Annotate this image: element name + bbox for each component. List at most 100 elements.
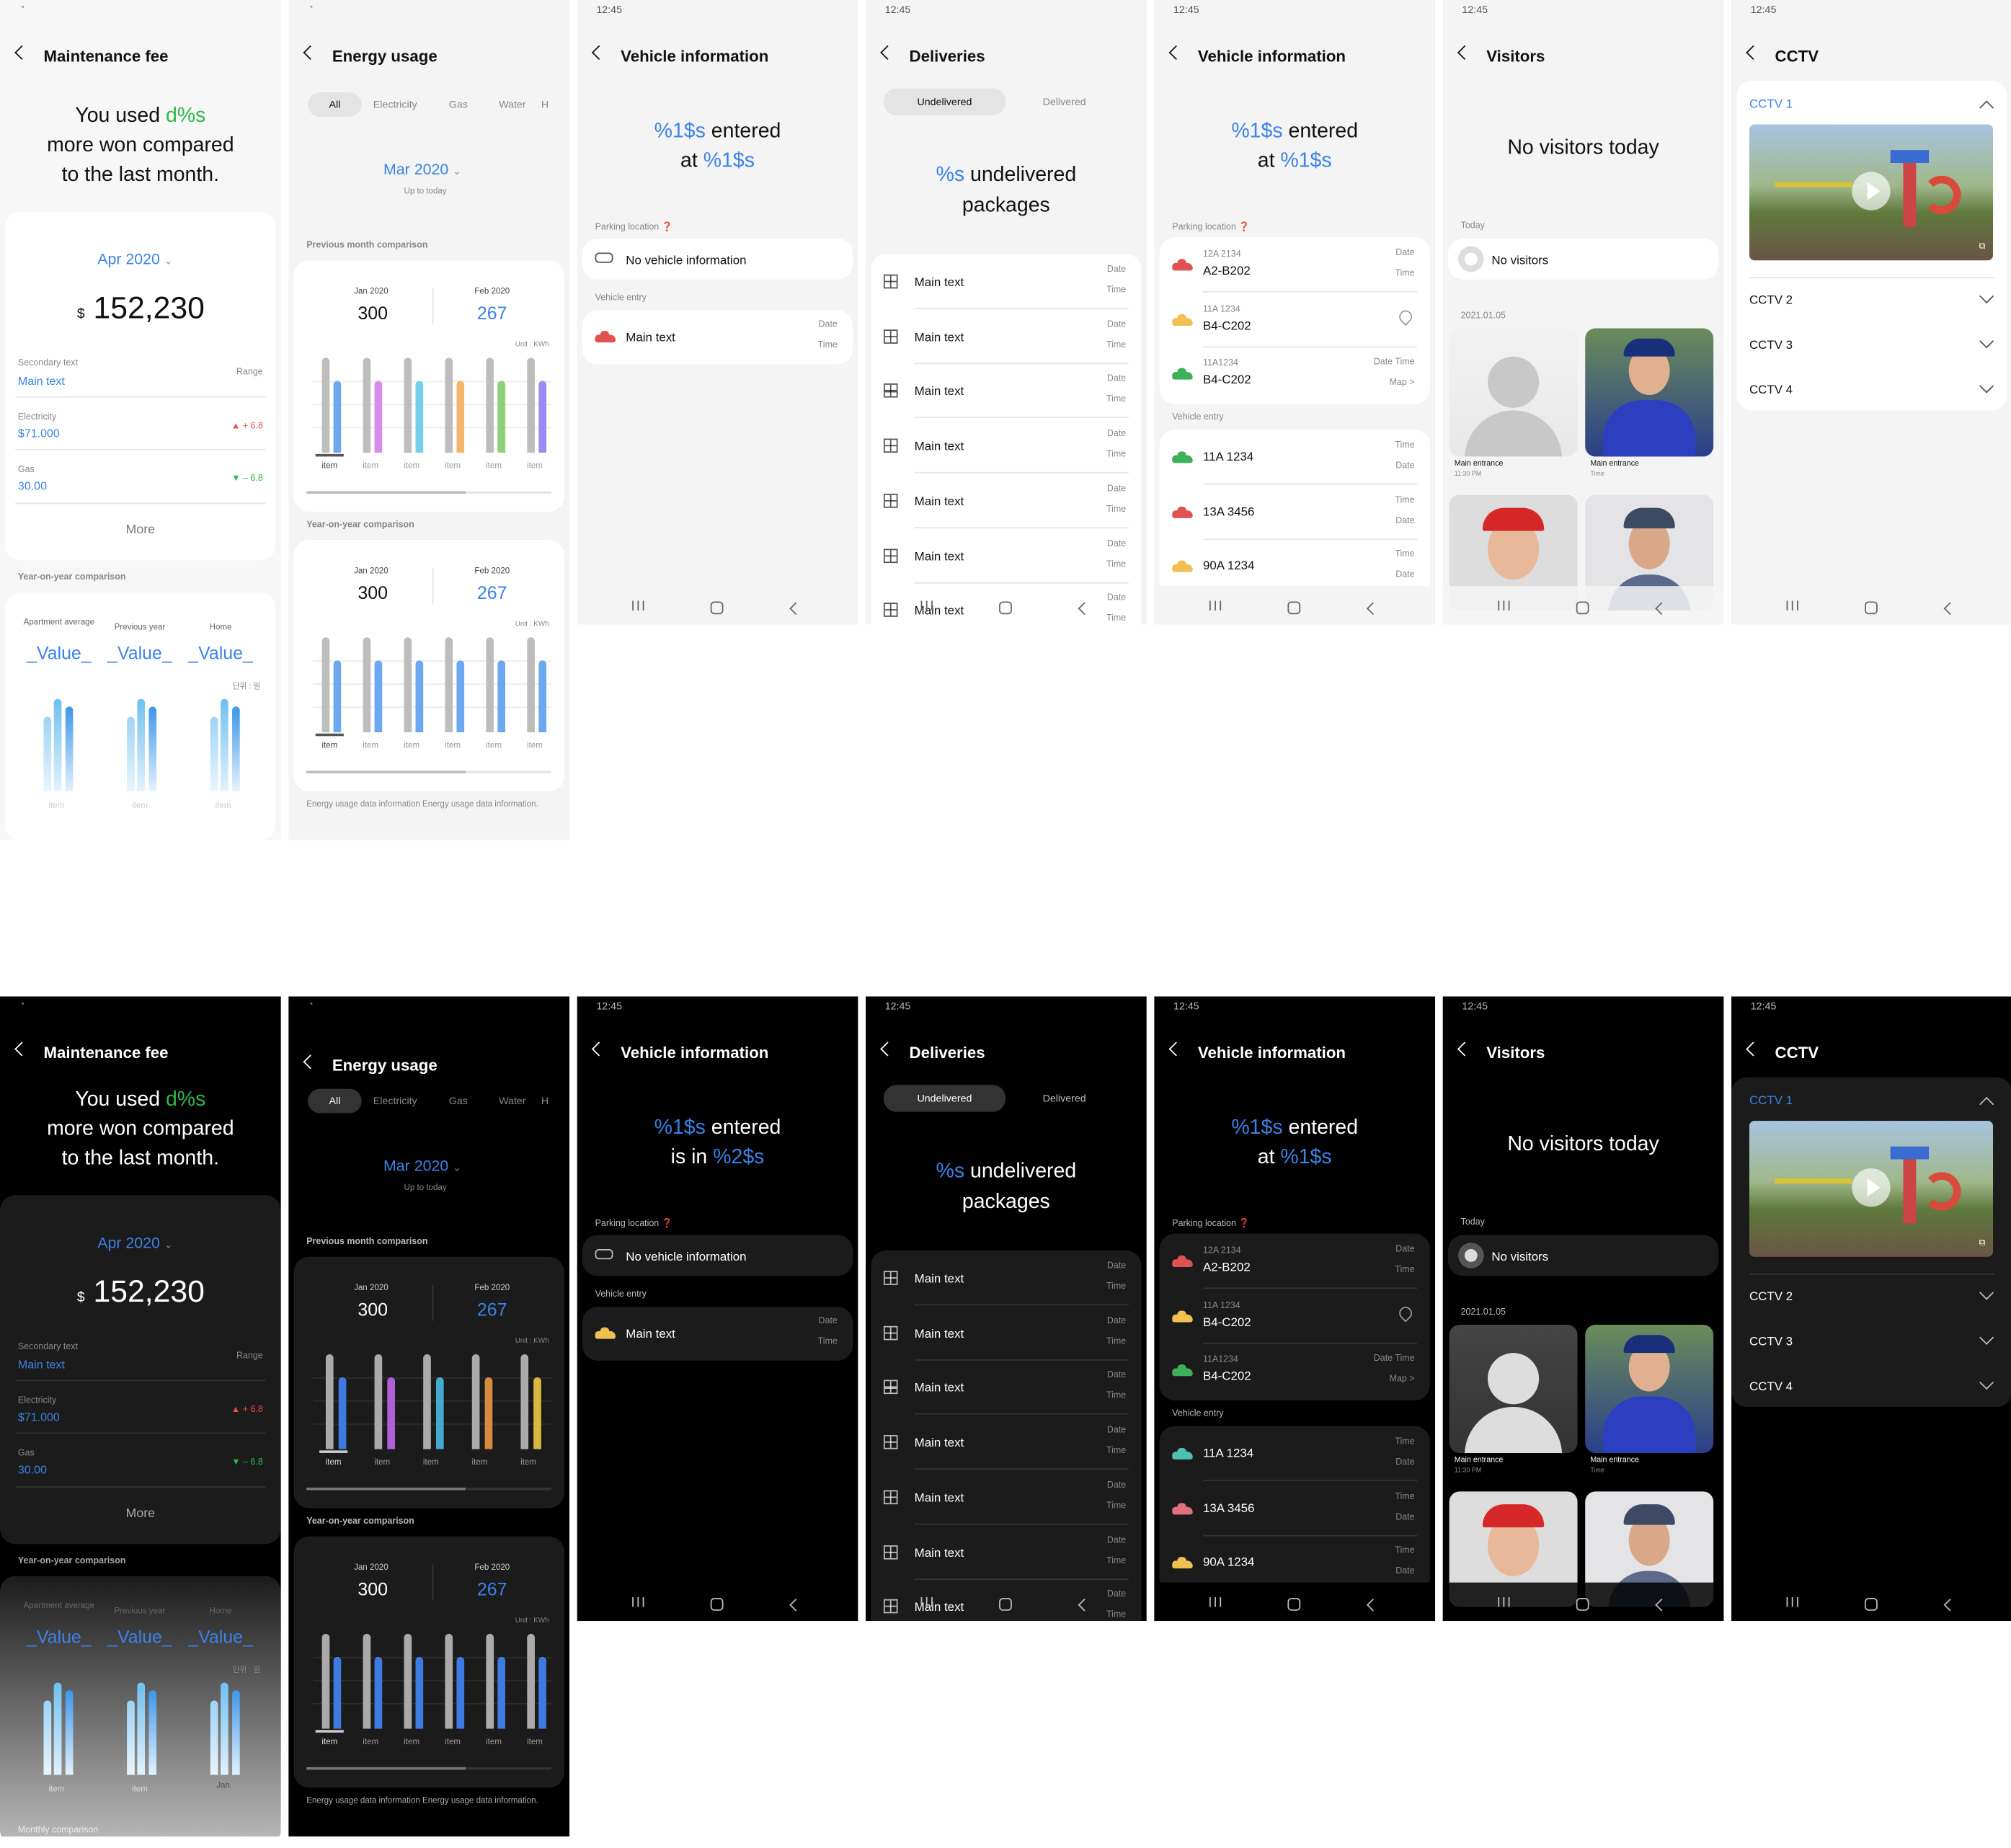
more-button[interactable]: More [5,523,275,538]
entry-row[interactable]: Main text Date Time [582,1307,853,1361]
parking-row[interactable]: 11A 1234 B4-C202 [1159,1288,1429,1343]
back-icon[interactable] [14,45,30,61]
delivery-row[interactable]: Main text Date Time [871,308,1141,364]
parking-row[interactable]: 11A1234 B4-C202 Date Time Map > [1159,346,1429,400]
fullscreen-icon[interactable]: ⧉ [1979,1239,1985,1249]
home-button[interactable] [710,1598,724,1611]
nav-back-button[interactable] [1366,1598,1380,1612]
cctv-2-label[interactable]: CCTV 2 [1749,1290,1793,1305]
tab-heating[interactable]: H [541,1096,549,1107]
collapse-icon[interactable] [1979,100,1994,115]
back-icon[interactable] [1746,1041,1761,1057]
nav-back-button[interactable] [1078,1598,1091,1612]
scrollbar[interactable] [306,1487,552,1491]
home-button[interactable] [1576,1598,1589,1611]
visitor-photo-courier[interactable] [1585,328,1714,457]
entry-row[interactable]: 90A 1234 Time Date [1159,1535,1429,1589]
tab-water[interactable]: Water [499,99,525,110]
delivery-row[interactable]: Main text Date Time [871,473,1141,528]
month-selector[interactable]: Apr 2020 ⌄ [97,250,173,268]
delivery-row[interactable]: Main text Date Time [871,1524,1141,1580]
delivery-row[interactable]: Main text Date Time [871,528,1141,583]
tab-gas[interactable]: Gas [449,1096,468,1107]
back-icon[interactable] [1168,1041,1184,1057]
tab-heating[interactable]: H [541,99,549,110]
cctv-4-label[interactable]: CCTV 4 [1749,383,1793,398]
recent-apps-button[interactable]: III [920,599,936,614]
home-button[interactable] [1287,1598,1301,1611]
scrollbar[interactable] [306,1767,552,1770]
play-icon[interactable] [1852,1168,1891,1207]
month-selector[interactable]: Mar 2020 ⌄ [383,1157,461,1175]
nav-back-button[interactable] [1655,1598,1668,1612]
month-selector[interactable]: Mar 2020 ⌄ [383,160,461,178]
back-icon[interactable] [1746,45,1761,61]
cctv-3-label[interactable]: CCTV 3 [1749,339,1793,353]
back-icon[interactable] [591,45,606,61]
back-icon[interactable] [303,1054,318,1070]
expand-icon[interactable] [1979,1375,1994,1390]
entry-row[interactable]: 11A 1234 Time Date [1159,430,1429,485]
nav-back-button[interactable] [1078,602,1091,616]
home-button[interactable] [999,601,1012,615]
tab-gas[interactable]: Gas [449,99,468,110]
tab-electricity[interactable]: Electricity [373,99,417,110]
back-icon[interactable] [1168,45,1184,61]
delivery-row[interactable]: Main text Date Time [871,1360,1141,1416]
cctv-4-label[interactable]: CCTV 4 [1749,1380,1793,1395]
cctv-video[interactable]: ⧉ [1749,124,1994,261]
entry-row[interactable]: 13A 3456 Time Date [1159,1480,1429,1536]
tab-all[interactable]: All [308,1088,362,1114]
delivery-row[interactable]: Main text Date Time [871,1415,1141,1470]
tab-undelivered[interactable]: Undelivered [883,1085,1006,1112]
entry-row[interactable]: 11A 1234 Time Date [1159,1426,1429,1482]
nav-back-button[interactable] [1943,602,1957,616]
recent-apps-button[interactable]: III [1785,599,1801,614]
cctv-1-label[interactable]: CCTV 1 [1749,97,1793,112]
recent-apps-button[interactable]: III [1208,599,1224,614]
visitor-photo-courier[interactable] [1585,1325,1714,1453]
delivery-row[interactable]: Main text Date Time [871,254,1141,309]
expand-icon[interactable] [1979,378,1994,394]
tab-water[interactable]: Water [499,1096,525,1107]
nav-back-button[interactable] [1655,602,1668,616]
location-pin-icon[interactable] [1396,1303,1415,1322]
expand-icon[interactable] [1979,1330,1994,1345]
cctv-video[interactable]: ⧉ [1749,1121,1994,1257]
visitor-photo-placeholder[interactable] [1449,328,1578,457]
back-icon[interactable] [303,45,318,61]
back-icon[interactable] [14,1041,30,1057]
back-icon[interactable] [591,1041,606,1057]
nav-back-button[interactable] [789,602,802,616]
more-button[interactable]: More [0,1507,281,1522]
delivery-row[interactable]: Main text Date Time [871,363,1141,419]
recent-apps-button[interactable]: III [920,1595,936,1610]
cctv-1-label[interactable]: CCTV 1 [1749,1094,1793,1109]
recent-apps-button[interactable]: III [1785,1595,1801,1610]
cctv-3-label[interactable]: CCTV 3 [1749,1335,1793,1349]
month-selector[interactable]: Apr 2020 ⌄ [97,1234,173,1252]
entry-row[interactable]: Main text Date Time [582,310,853,365]
tab-undelivered[interactable]: Undelivered [883,88,1006,116]
fullscreen-icon[interactable]: ⧉ [1979,242,1985,252]
home-button[interactable] [1287,601,1301,615]
nav-back-button[interactable] [1366,602,1380,616]
location-pin-icon[interactable] [1396,307,1415,326]
back-icon[interactable] [1457,1041,1473,1057]
entry-row[interactable]: 13A 3456 Time Date [1159,484,1429,540]
back-icon[interactable] [1457,45,1473,61]
tab-delivered[interactable]: Delivered [1043,1093,1086,1104]
parking-row[interactable]: 11A 1234 B4-C202 [1159,292,1429,347]
delivery-row[interactable]: Main text Date Time [871,418,1141,474]
delivery-row[interactable]: Main text Date Time [871,1305,1141,1361]
recent-apps-button[interactable]: III [1496,1595,1512,1610]
back-icon[interactable] [880,45,895,61]
home-button[interactable] [1576,601,1589,615]
expand-icon[interactable] [1979,1285,1994,1300]
tab-delivered[interactable]: Delivered [1043,96,1086,107]
recent-apps-button[interactable]: III [1496,599,1512,614]
home-button[interactable] [999,1598,1012,1611]
parking-row[interactable]: 11A1234 B4-C202 Date Time Map > [1159,1343,1429,1397]
cctv-2-label[interactable]: CCTV 2 [1749,293,1793,308]
nav-back-button[interactable] [1943,1598,1957,1612]
